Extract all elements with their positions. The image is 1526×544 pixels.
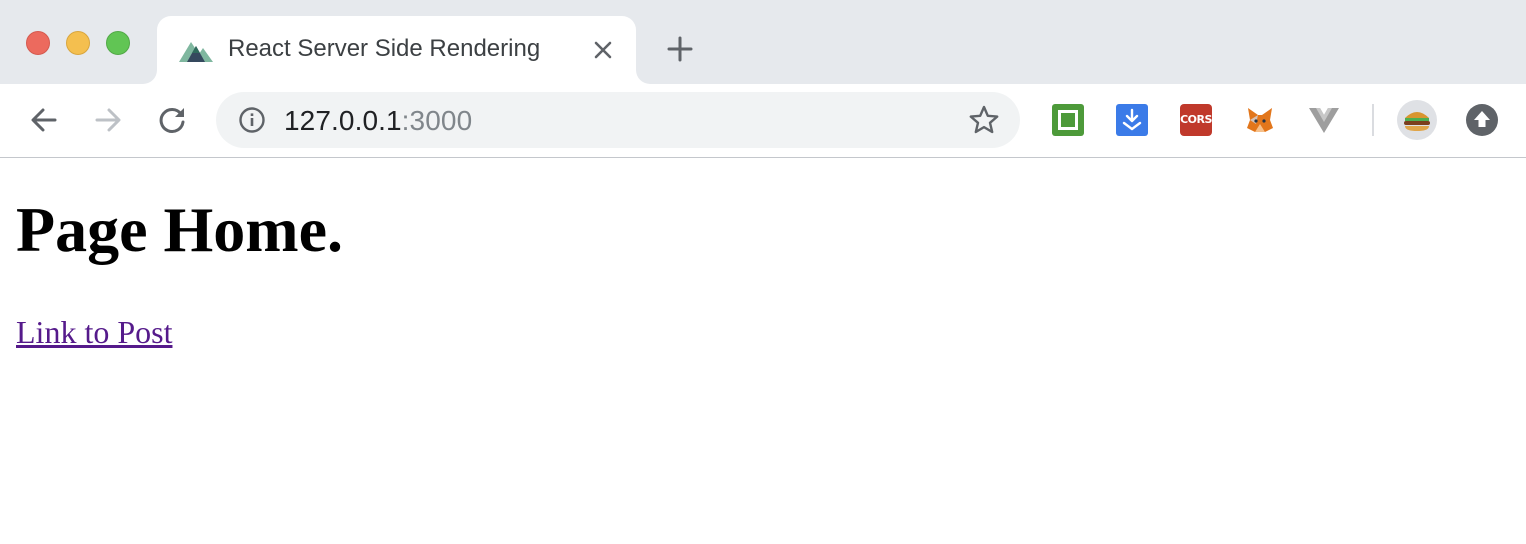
minimize-window-button[interactable] xyxy=(66,31,90,55)
url-port: :3000 xyxy=(401,105,473,136)
zoom-window-button[interactable] xyxy=(106,31,130,55)
mountain-favicon-icon xyxy=(179,42,213,62)
back-arrow-icon[interactable] xyxy=(28,104,60,136)
burger-avatar-icon xyxy=(1404,112,1430,131)
blue-download-extension-icon[interactable] xyxy=(1116,104,1148,136)
info-icon[interactable] xyxy=(238,106,266,134)
close-window-button[interactable] xyxy=(26,31,50,55)
reload-icon[interactable] xyxy=(156,104,188,136)
tab-title: React Server Side Rendering xyxy=(228,35,541,62)
forward-arrow-icon[interactable] xyxy=(92,104,124,136)
url-host: 127.0.0.1 xyxy=(284,105,402,136)
toolbar-separator xyxy=(1372,104,1374,136)
cors-extension-icon[interactable]: CORS xyxy=(1180,104,1212,136)
green-square-extension-icon[interactable] xyxy=(1052,104,1084,136)
vue-devtools-extension-icon[interactable] xyxy=(1308,104,1340,136)
new-tab-icon[interactable] xyxy=(666,35,694,63)
page-heading: Page Home. xyxy=(16,194,343,265)
metamask-fox-extension-icon[interactable] xyxy=(1244,104,1276,136)
page-content: Page Home. Link to Post xyxy=(0,158,1526,544)
cors-extension-label: CORS xyxy=(1180,113,1212,126)
bookmark-star-icon[interactable] xyxy=(968,104,1000,136)
address-bar[interactable]: 127.0.0.1:3000 xyxy=(216,92,1020,148)
close-tab-icon[interactable] xyxy=(591,38,615,62)
profile-avatar[interactable] xyxy=(1397,100,1437,140)
upload-update-icon[interactable] xyxy=(1466,104,1498,136)
browser-toolbar: 127.0.0.1:3000 CORS xyxy=(0,84,1526,158)
browser-tab-active[interactable]: React Server Side Rendering xyxy=(157,16,636,84)
link-to-post[interactable]: Link to Post xyxy=(16,316,172,348)
url-text[interactable]: 127.0.0.1:3000 xyxy=(284,105,472,137)
tab-strip: React Server Side Rendering xyxy=(0,0,1526,84)
